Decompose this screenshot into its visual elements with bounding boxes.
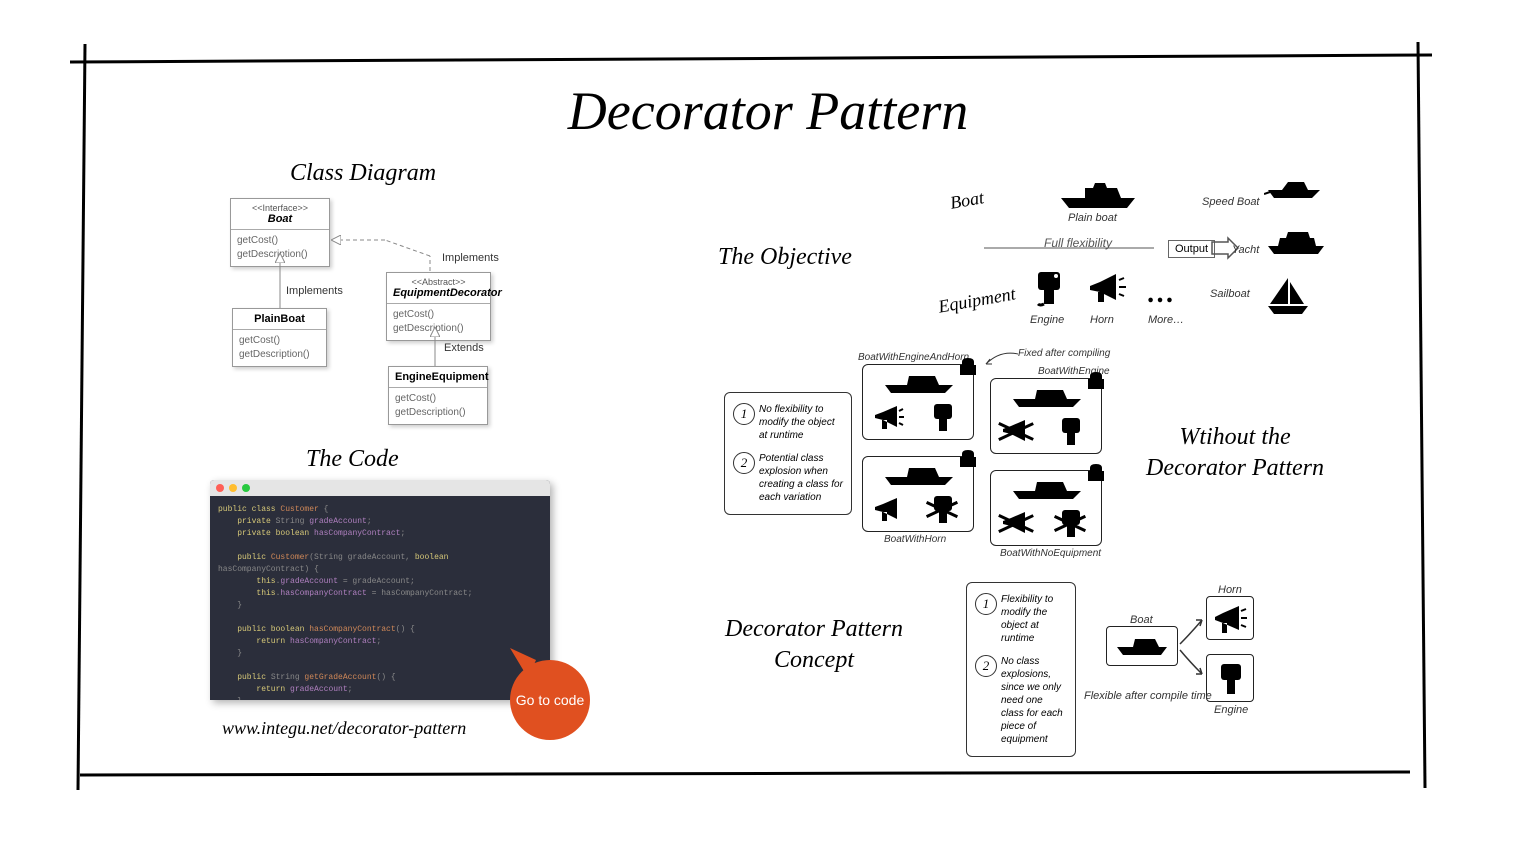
code-content: public class Customer { private String g… — [210, 496, 550, 700]
page-title: Decorator Pattern — [0, 80, 1536, 142]
arrow-curve — [982, 350, 1022, 368]
concept-boat-box — [1106, 626, 1178, 666]
close-icon — [216, 484, 224, 492]
concept-boat-label: Boat — [1130, 614, 1153, 626]
url-text: www.integu.net/decorator-pattern — [222, 718, 466, 739]
plain-boat-label: Plain boat — [1068, 212, 1117, 224]
objective-heading: The Objective — [718, 244, 852, 271]
horn-icon — [1086, 270, 1126, 306]
speedboat-label: Speed Boat — [1202, 196, 1260, 208]
lock-icon — [958, 356, 978, 376]
extends-label: Extends — [444, 342, 484, 354]
flexibility-label: Full flexibility — [1044, 236, 1112, 250]
maximize-icon — [242, 484, 250, 492]
fixed-label: Fixed after compiling — [1018, 348, 1110, 359]
more-label: More… — [1148, 314, 1184, 326]
yacht-label: Yacht — [1232, 244, 1259, 256]
sailboat-icon — [1264, 276, 1312, 316]
concept-horn-label: Horn — [1218, 584, 1242, 596]
concept-engine-box — [1206, 654, 1254, 702]
implements-label-2: Implements — [442, 252, 499, 264]
horn-label: Horn — [1090, 314, 1114, 326]
minimize-icon — [229, 484, 237, 492]
card1-label: BoatWithEngineAndHorn — [858, 352, 969, 363]
class-diagram-heading: Class Diagram — [290, 160, 436, 187]
without-heading: Wtihout the Decorator Pattern — [1140, 422, 1330, 484]
uml-boat: <<Interface>> Boat getCost() getDescript… — [230, 198, 330, 267]
concept-info-box: 1Flexibility to modify the object at run… — [966, 582, 1076, 757]
engine-label: Engine — [1030, 314, 1064, 326]
flexible-label: Flexible after compile time — [1084, 690, 1212, 702]
window-titlebar — [210, 480, 550, 496]
more-dots: … — [1146, 278, 1180, 310]
lock-icon — [1086, 370, 1106, 390]
sailboat-label: Sailboat — [1210, 288, 1250, 300]
yacht-icon — [1264, 230, 1328, 258]
lock-icon — [958, 448, 978, 468]
concept-engine-label: Engine — [1214, 704, 1248, 716]
boat-label: Boat — [948, 187, 985, 214]
plain-boat-icon — [1055, 180, 1141, 210]
equipment-label: Equipment — [937, 283, 1017, 317]
the-code-heading: The Code — [306, 446, 399, 473]
card4-label: BoatWithNoEquipment — [1000, 548, 1101, 559]
uml-engine: EngineEquipment getCost() getDescription… — [388, 366, 488, 425]
go-to-code-button[interactable]: Go to code — [510, 660, 590, 740]
uml-plainboat: PlainBoat getCost() getDescription() — [232, 308, 327, 367]
output-box: Output — [1168, 240, 1215, 258]
concept-horn-box — [1206, 596, 1254, 640]
concept-heading: Decorator Pattern Concept — [694, 614, 934, 676]
concept-arrows — [1178, 610, 1208, 690]
card3-label: BoatWithHorn — [884, 534, 946, 545]
uml-decorator: <<Abstract>> EquipmentDecorator getCost(… — [386, 272, 491, 341]
lock-icon — [1086, 462, 1106, 482]
implements-label-1: Implements — [286, 285, 343, 297]
engine-icon — [1032, 268, 1066, 308]
speedboat-icon — [1264, 176, 1324, 200]
without-info-box: 1No flexibility to modify the object at … — [724, 392, 852, 515]
code-window: public class Customer { private String g… — [210, 480, 550, 700]
